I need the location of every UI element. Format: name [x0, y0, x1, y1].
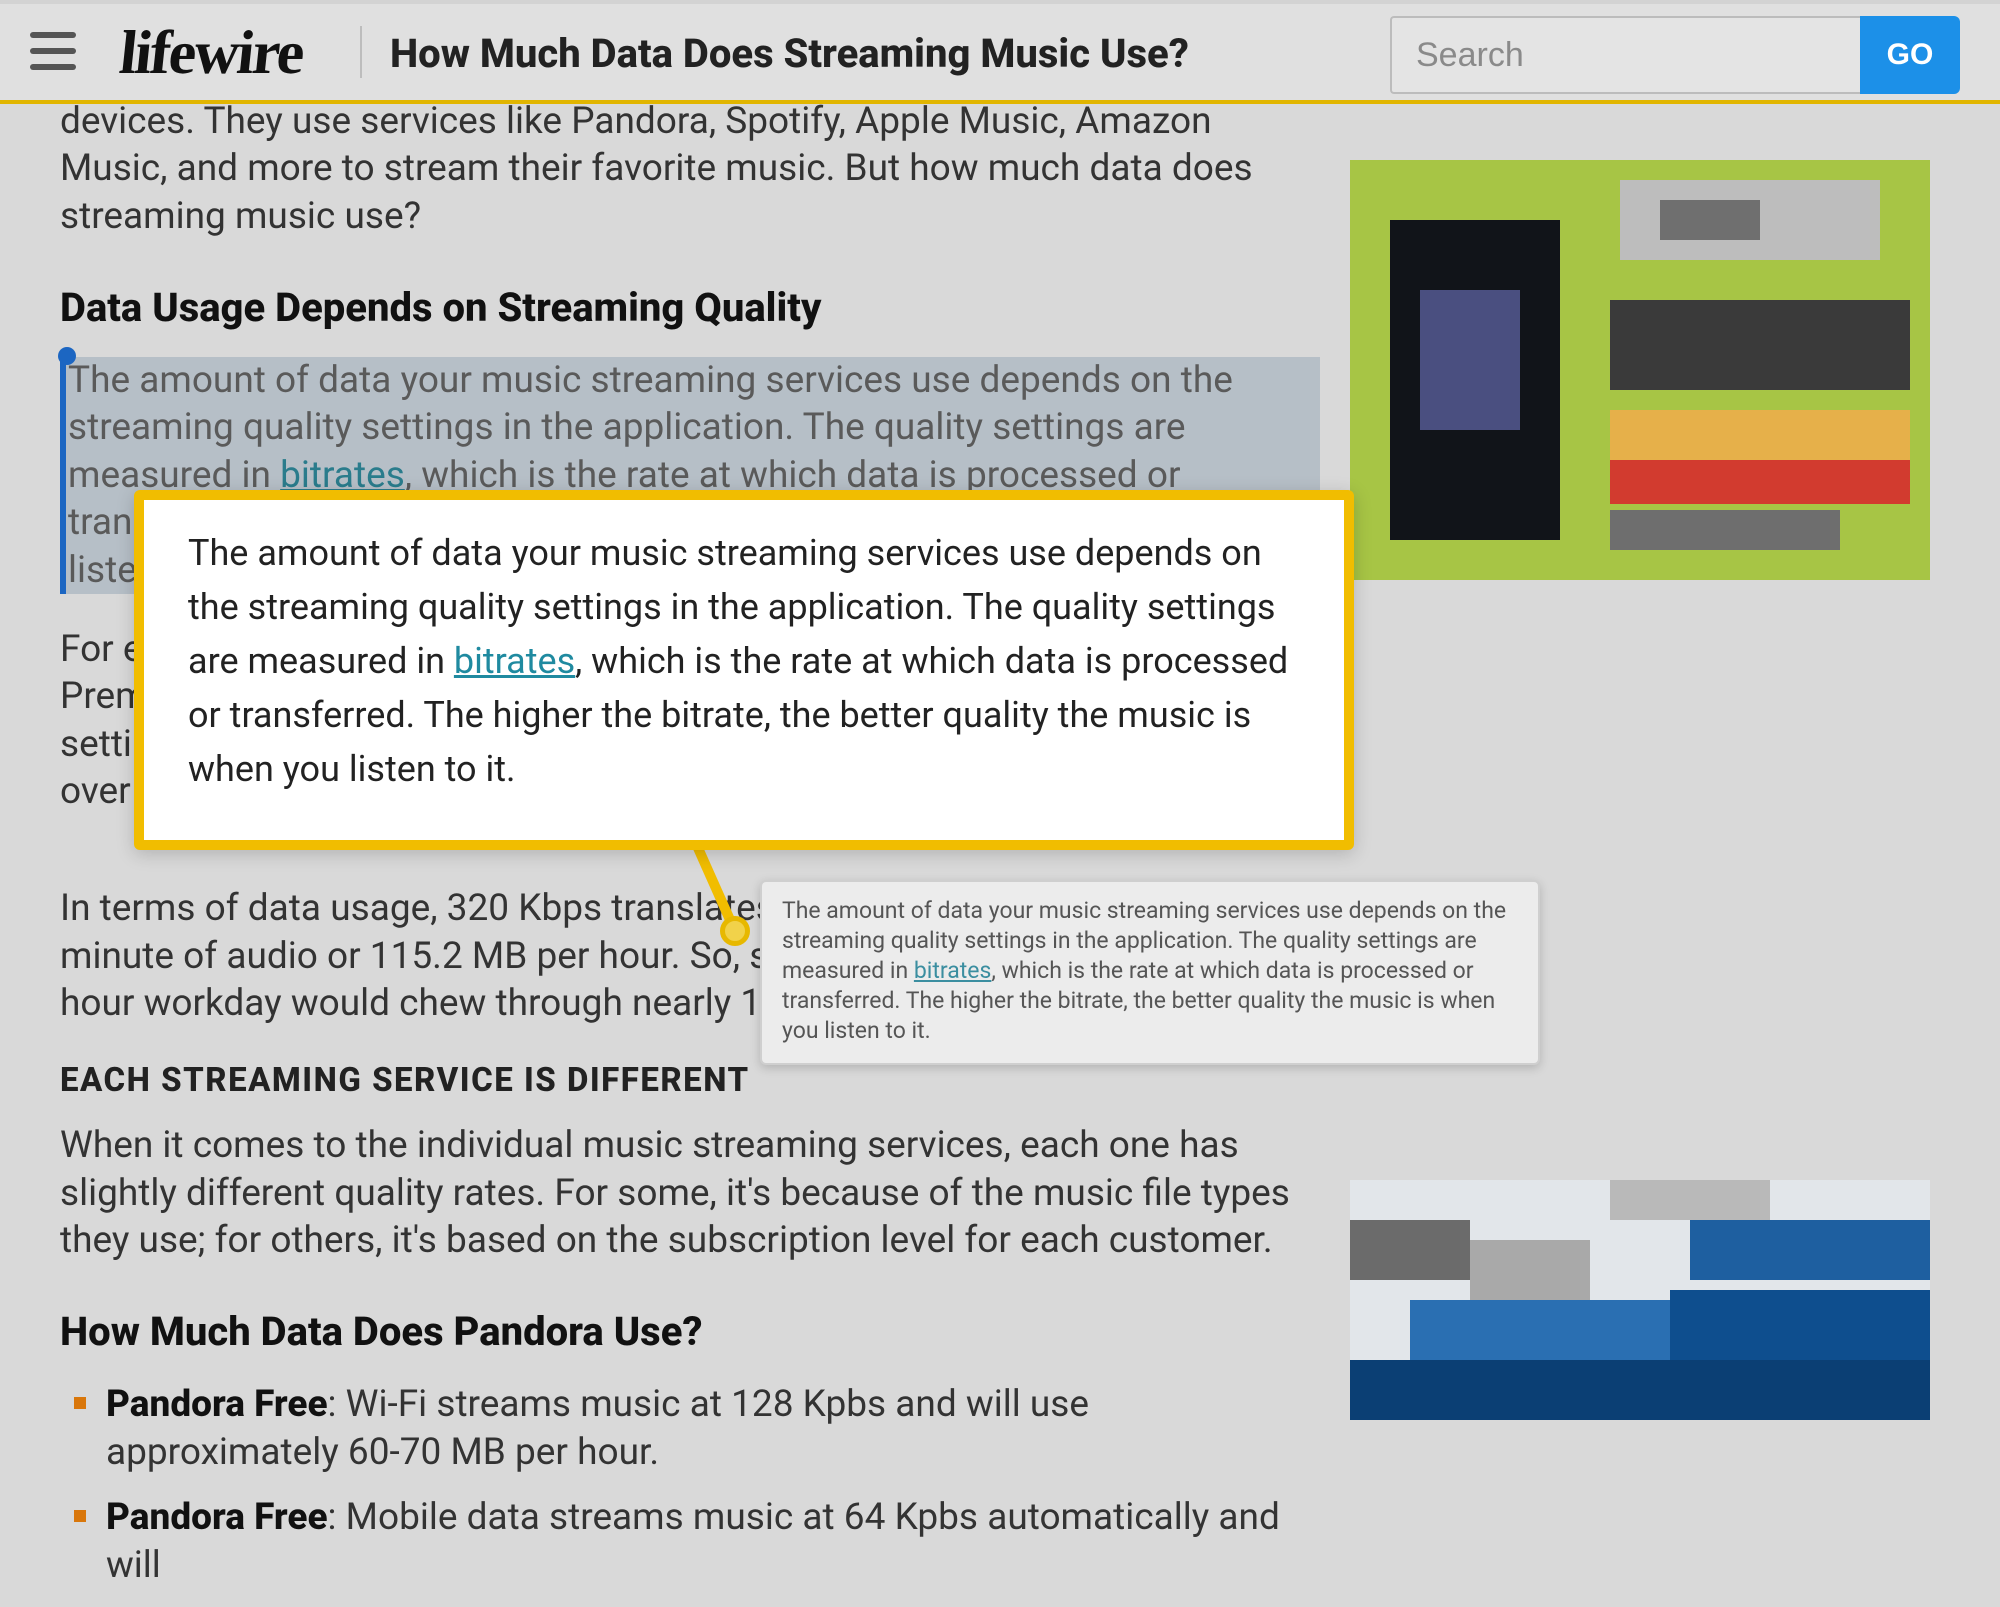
annotation-anchor-dot-icon	[720, 916, 750, 946]
list-item-label: Pandora Free	[106, 1383, 328, 1426]
article-body: devices. They use services like Pandora,…	[60, 108, 1320, 1607]
sidebar-image-top	[1350, 160, 1930, 580]
heading-pandora: How Much Data Does Pandora Use?	[60, 1308, 1320, 1355]
intro-paragraph: devices. They use services like Pandora,…	[60, 98, 1320, 240]
each-service-paragraph: When it comes to the individual music st…	[60, 1122, 1320, 1264]
list-item-label: Pandora Free	[106, 1496, 328, 1539]
header-divider	[360, 26, 362, 78]
header-bar: lifewire How Much Data Does Streaming Mu…	[0, 0, 2000, 104]
search-form: GO	[1390, 16, 1960, 94]
site-logo[interactable]: lifewire	[116, 18, 306, 89]
selection-start-handle-icon[interactable]	[58, 347, 76, 365]
search-input[interactable]	[1390, 16, 1860, 94]
sidebar-image-bottom	[1350, 1180, 1930, 1420]
callout-primary: The amount of data your music streaming …	[134, 490, 1354, 850]
callout-small-bitrates-link[interactable]: bitrates	[914, 957, 991, 984]
menu-icon[interactable]	[30, 32, 76, 70]
page-title: How Much Data Does Streaming Music Use?	[390, 30, 1189, 77]
heading-each-service: EACH STREAMING SERVICE IS DIFFERENT	[60, 1061, 1320, 1100]
list-item: Pandora Free: Wi-Fi streams music at 128…	[100, 1381, 1320, 1476]
heading-quality: Data Usage Depends on Streaming Quality	[60, 284, 1320, 331]
callout-bitrates-link[interactable]: bitrates	[454, 640, 575, 682]
list-item: Pandora Free: Mobile data streams music …	[100, 1494, 1320, 1589]
callout-secondary: The amount of data your music streaming …	[760, 880, 1540, 1065]
search-go-button[interactable]: GO	[1860, 16, 1960, 94]
